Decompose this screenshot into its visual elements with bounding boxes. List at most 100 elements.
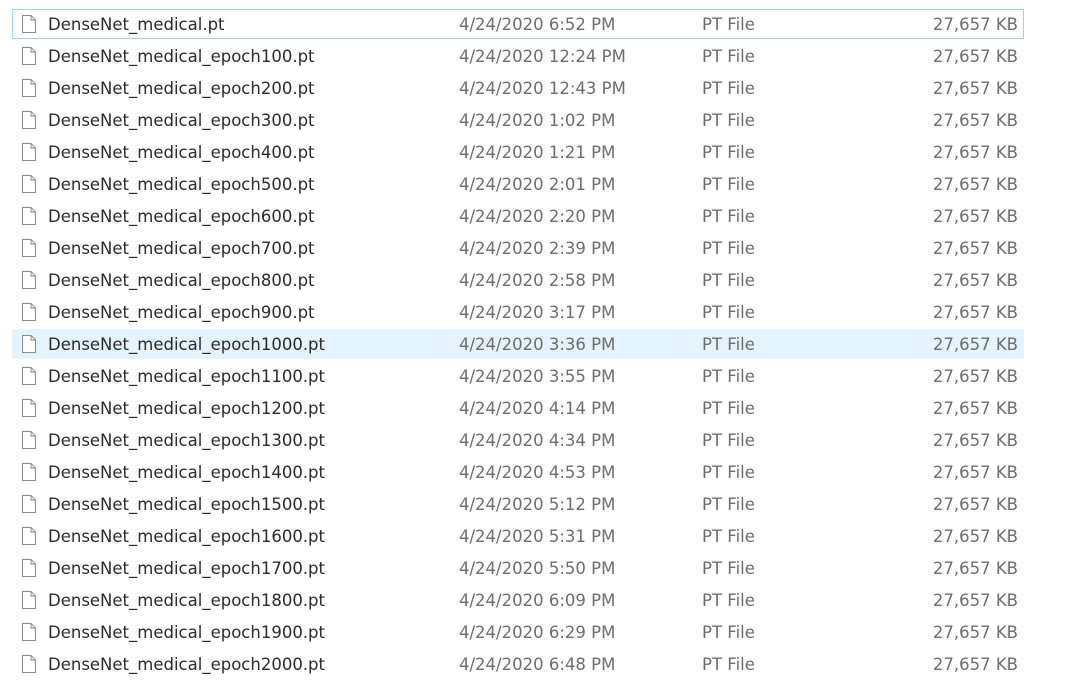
file-size: 27,657 KB	[932, 143, 1018, 162]
file-name: DenseNet_medical_epoch1800.pt	[48, 591, 326, 610]
file-date-modified: 4/24/2020 1:21 PM	[459, 143, 616, 162]
file-name: DenseNet_medical_epoch200.pt	[48, 79, 315, 98]
file-icon	[22, 303, 36, 321]
file-type: PT File	[702, 623, 755, 642]
file-type: PT File	[702, 367, 755, 386]
file-icon	[22, 79, 36, 97]
file-date-modified: 4/24/2020 3:17 PM	[459, 303, 616, 322]
file-date-modified: 4/24/2020 3:36 PM	[459, 335, 616, 354]
file-size: 27,657 KB	[932, 335, 1018, 354]
file-row[interactable]: DenseNet_medical_epoch1000.pt 4/24/2020 …	[12, 329, 1024, 359]
file-row[interactable]: DenseNet_medical_epoch400.pt 4/24/2020 1…	[12, 137, 1024, 167]
file-name: DenseNet_medical_epoch1600.pt	[48, 527, 326, 546]
file-name: DenseNet_medical_epoch1900.pt	[48, 623, 326, 642]
file-icon	[22, 175, 36, 193]
file-date-modified: 4/24/2020 5:12 PM	[459, 495, 616, 514]
file-row[interactable]: DenseNet_medical_epoch1300.pt 4/24/2020 …	[12, 425, 1024, 455]
file-type: PT File	[702, 399, 755, 418]
file-size: 27,657 KB	[932, 271, 1018, 290]
file-date-modified: 4/24/2020 6:09 PM	[459, 591, 616, 610]
file-date-modified: 4/24/2020 12:43 PM	[459, 79, 626, 98]
file-date-modified: 4/24/2020 2:39 PM	[459, 239, 616, 258]
file-icon	[22, 431, 36, 449]
file-type: PT File	[702, 207, 755, 226]
file-name: DenseNet_medical_epoch800.pt	[48, 271, 315, 290]
file-name: DenseNet_medical_epoch1700.pt	[48, 559, 326, 578]
file-name: DenseNet_medical_epoch1000.pt	[48, 335, 326, 354]
file-type: PT File	[702, 239, 755, 258]
file-date-modified: 4/24/2020 4:14 PM	[459, 399, 616, 418]
file-type: PT File	[702, 271, 755, 290]
file-row[interactable]: DenseNet_medical_epoch1100.pt 4/24/2020 …	[12, 361, 1024, 391]
file-row[interactable]: DenseNet_medical_epoch1400.pt 4/24/2020 …	[12, 457, 1024, 487]
file-type: PT File	[702, 463, 755, 482]
file-row[interactable]: DenseNet_medical_epoch1800.pt 4/24/2020 …	[12, 585, 1024, 615]
file-size: 27,657 KB	[932, 175, 1018, 194]
file-row[interactable]: DenseNet_medical_epoch1500.pt 4/24/2020 …	[12, 489, 1024, 519]
file-row[interactable]: DenseNet_medical_epoch700.pt 4/24/2020 2…	[12, 233, 1024, 263]
file-date-modified: 4/24/2020 6:52 PM	[459, 15, 616, 34]
file-row[interactable]: DenseNet_medical.pt 4/24/2020 6:52 PM PT…	[12, 9, 1024, 39]
file-icon	[22, 367, 36, 385]
file-size: 27,657 KB	[932, 623, 1018, 642]
file-size: 27,657 KB	[932, 527, 1018, 546]
file-icon	[22, 559, 36, 577]
file-icon	[22, 527, 36, 545]
file-date-modified: 4/24/2020 6:29 PM	[459, 623, 616, 642]
file-size: 27,657 KB	[932, 367, 1018, 386]
file-name: DenseNet_medical_epoch100.pt	[48, 47, 315, 66]
file-row[interactable]: DenseNet_medical_epoch500.pt 4/24/2020 2…	[12, 169, 1024, 199]
file-type: PT File	[702, 335, 755, 354]
file-icon	[22, 623, 36, 641]
file-name: DenseNet_medical_epoch1500.pt	[48, 495, 326, 514]
file-type: PT File	[702, 79, 755, 98]
file-type: PT File	[702, 111, 755, 130]
file-icon	[22, 335, 36, 353]
file-size: 27,657 KB	[932, 591, 1018, 610]
file-row[interactable]: DenseNet_medical_epoch300.pt 4/24/2020 1…	[12, 105, 1024, 135]
file-size: 27,657 KB	[932, 655, 1018, 674]
file-name: DenseNet_medical_epoch1200.pt	[48, 399, 326, 418]
file-row[interactable]: DenseNet_medical_epoch1900.pt 4/24/2020 …	[12, 617, 1024, 647]
file-type: PT File	[702, 15, 755, 34]
file-name: DenseNet_medical_epoch1100.pt	[48, 367, 326, 386]
file-type: PT File	[702, 495, 755, 514]
file-row[interactable]: DenseNet_medical_epoch100.pt 4/24/2020 1…	[12, 41, 1024, 71]
file-icon	[22, 399, 36, 417]
file-date-modified: 4/24/2020 5:31 PM	[459, 527, 616, 546]
file-row[interactable]: DenseNet_medical_epoch600.pt 4/24/2020 2…	[12, 201, 1024, 231]
file-type: PT File	[702, 143, 755, 162]
file-date-modified: 4/24/2020 3:55 PM	[459, 367, 616, 386]
file-row[interactable]: DenseNet_medical_epoch900.pt 4/24/2020 3…	[12, 297, 1024, 327]
file-type: PT File	[702, 175, 755, 194]
file-row[interactable]: DenseNet_medical_epoch800.pt 4/24/2020 2…	[12, 265, 1024, 295]
file-icon	[22, 15, 36, 33]
file-size: 27,657 KB	[932, 207, 1018, 226]
file-type: PT File	[702, 431, 755, 450]
file-size: 27,657 KB	[932, 399, 1018, 418]
file-name: DenseNet_medical_epoch600.pt	[48, 207, 315, 226]
file-name: DenseNet_medical_epoch300.pt	[48, 111, 315, 130]
file-date-modified: 4/24/2020 5:50 PM	[459, 559, 616, 578]
file-date-modified: 4/24/2020 2:01 PM	[459, 175, 616, 194]
file-date-modified: 4/24/2020 4:53 PM	[459, 463, 616, 482]
file-date-modified: 4/24/2020 4:34 PM	[459, 431, 616, 450]
file-date-modified: 4/24/2020 6:48 PM	[459, 655, 616, 674]
file-icon	[22, 271, 36, 289]
file-row[interactable]: DenseNet_medical_epoch200.pt 4/24/2020 1…	[12, 73, 1024, 103]
file-size: 27,657 KB	[932, 495, 1018, 514]
file-name: DenseNet_medical_epoch1400.pt	[48, 463, 326, 482]
file-row[interactable]: DenseNet_medical_epoch1600.pt 4/24/2020 …	[12, 521, 1024, 551]
file-name: DenseNet_medical_epoch500.pt	[48, 175, 315, 194]
file-size: 27,657 KB	[932, 239, 1018, 258]
file-date-modified: 4/24/2020 1:02 PM	[459, 111, 616, 130]
file-row[interactable]: DenseNet_medical_epoch1200.pt 4/24/2020 …	[12, 393, 1024, 423]
file-size: 27,657 KB	[932, 15, 1018, 34]
file-row[interactable]: DenseNet_medical_epoch1700.pt 4/24/2020 …	[12, 553, 1024, 583]
file-date-modified: 4/24/2020 12:24 PM	[459, 47, 626, 66]
file-type: PT File	[702, 559, 755, 578]
file-row[interactable]: DenseNet_medical_epoch2000.pt 4/24/2020 …	[12, 649, 1024, 679]
file-type: PT File	[702, 655, 755, 674]
file-size: 27,657 KB	[932, 111, 1018, 130]
file-list: DenseNet_medical.pt 4/24/2020 6:52 PM PT…	[0, 0, 1068, 686]
